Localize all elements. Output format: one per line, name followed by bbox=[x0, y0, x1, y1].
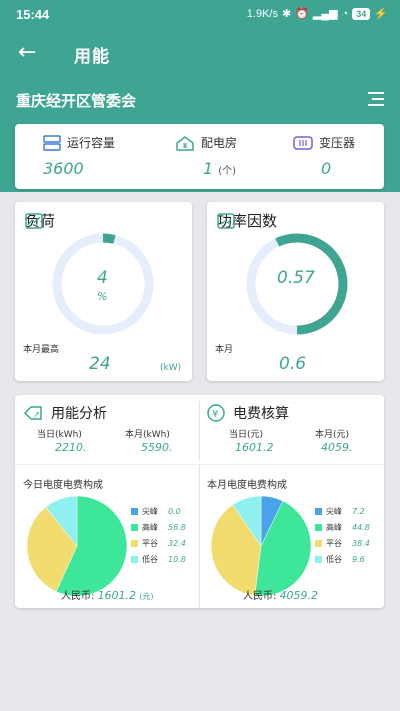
capacity-label: 运行容量 bbox=[67, 136, 116, 150]
month-legend: 尖峰 7.2 高峰 44.8 平谷 38.4 低谷 9.6 bbox=[315, 503, 370, 567]
distribution-room-item: 配电房 1 (个) bbox=[175, 134, 237, 178]
load-unit: (kW) bbox=[160, 363, 182, 373]
power-factor-card[interactable]: 功率因数 0.57 本月 0.6 bbox=[207, 202, 384, 381]
month-rmb: 人民币: 4059.2 bbox=[243, 587, 318, 602]
bluetooth-icon: ✱ bbox=[281, 8, 292, 20]
load-center-value: 4 bbox=[97, 268, 108, 288]
wifi-icon: ◔ bbox=[341, 7, 349, 20]
power-factor-sub-value: 0.6 bbox=[279, 354, 307, 374]
month-legend-row: 尖峰 7.2 bbox=[315, 503, 370, 519]
transformer-item: 变压器 0 bbox=[293, 134, 355, 178]
jian-swatch bbox=[315, 507, 322, 515]
energy-month-label: 本月(kWh) bbox=[125, 430, 170, 440]
cost-today-label: 当日(元) bbox=[229, 430, 264, 440]
month-rmb-label: 人民币: bbox=[243, 591, 277, 602]
month-pie-chart bbox=[210, 495, 312, 597]
cost-header[interactable]: ¥ 电费核算 bbox=[207, 403, 289, 423]
gao-swatch bbox=[315, 523, 322, 531]
load-header: 负荷 bbox=[25, 210, 55, 231]
energy-today-value: 2210. bbox=[55, 441, 87, 454]
transformer-label: 变压器 bbox=[319, 136, 356, 150]
summary-card: 运行容量 3600 配电房 1 (个) 变压器 0 bbox=[15, 124, 384, 189]
power-factor-icon bbox=[217, 212, 235, 229]
energy-today-label: 当日(kWh) bbox=[37, 430, 82, 440]
energy-month-value: 5590. bbox=[141, 441, 173, 454]
load-sub-label: 本月最高 bbox=[23, 345, 60, 355]
ping-swatch bbox=[131, 539, 138, 547]
today-legend-row: 高峰 56.8 bbox=[131, 519, 186, 535]
status-right: 1.9K/s ✱ ⏰ ▂▄▆ ◔ 34 ⚡ bbox=[247, 7, 388, 20]
cost-today-value: 1601.2 bbox=[235, 441, 274, 454]
power-factor-center-value: 0.57 bbox=[277, 268, 315, 288]
tag-icon: ↗ bbox=[23, 406, 42, 420]
month-pie-title: 本月电度电费构成 bbox=[207, 480, 287, 491]
today-pie-title: 今日电度电费构成 bbox=[23, 480, 103, 491]
distribution-room-unit: (个) bbox=[218, 166, 237, 177]
today-rmb-value: 1601.2 bbox=[97, 589, 137, 602]
capacity-value: 3600 bbox=[43, 159, 84, 178]
month-legend-row: 平谷 38.4 bbox=[315, 535, 370, 551]
today-rmb-label: 人民币: bbox=[61, 591, 95, 602]
cost-month-label: 本月(元) bbox=[315, 430, 350, 440]
power-factor-header: 功率因数 bbox=[217, 210, 277, 231]
svg-text:↗: ↗ bbox=[33, 410, 40, 419]
month-legend-row: 高峰 44.8 bbox=[315, 519, 370, 535]
house-icon bbox=[176, 135, 194, 151]
yuan-icon: ¥ bbox=[207, 404, 225, 422]
di-swatch bbox=[131, 555, 138, 563]
filter-menu-icon[interactable] bbox=[368, 92, 384, 110]
distribution-room-value-wrap: 1 (个) bbox=[203, 159, 237, 178]
transformer-icon bbox=[293, 135, 313, 150]
distribution-room-label: 配电房 bbox=[201, 136, 238, 150]
load-chart-icon bbox=[25, 212, 43, 229]
today-legend-row: 低谷 10.8 bbox=[131, 551, 186, 567]
load-sub-value: 24 bbox=[89, 354, 111, 374]
title-bar: ← 用能 bbox=[0, 34, 400, 74]
month-rmb-value: 4059.2 bbox=[279, 589, 319, 602]
cost-title: 电费核算 bbox=[233, 406, 289, 422]
svg-text:¥: ¥ bbox=[212, 409, 218, 420]
today-pie-chart bbox=[26, 495, 128, 597]
battery-icon: 34 bbox=[352, 7, 371, 20]
distribution-room-value: 1 bbox=[203, 159, 214, 178]
analysis-card: ↗ 用能分析 当日(kWh) 本月(kWh) 2210. 5590. ¥ 电费核… bbox=[15, 395, 384, 608]
power-factor-sub-label: 本月 bbox=[215, 345, 234, 355]
top-divider bbox=[199, 401, 200, 461]
energy-analysis-title: 用能分析 bbox=[51, 406, 107, 422]
cost-month-value: 4059. bbox=[321, 441, 353, 454]
transformer-value: 0 bbox=[321, 159, 332, 178]
ping-swatch bbox=[315, 539, 322, 547]
alarm-icon: ⏰ bbox=[295, 8, 309, 20]
capacity-item: 运行容量 3600 bbox=[43, 134, 115, 178]
charging-icon: ⚡ bbox=[374, 8, 388, 20]
organization-name[interactable]: 重庆经开区管委会 bbox=[16, 90, 136, 111]
di-swatch bbox=[315, 555, 322, 563]
load-center-unit: % bbox=[97, 290, 108, 303]
gao-swatch bbox=[131, 523, 138, 531]
today-rmb-unit: (元) bbox=[139, 592, 154, 601]
server-icon bbox=[43, 134, 61, 151]
today-rmb: 人民币: 1601.2 (元) bbox=[61, 587, 154, 602]
network-speed: 1.9K/s bbox=[246, 7, 278, 20]
today-legend-row: 平谷 32.4 bbox=[131, 535, 186, 551]
page-title: 用能 bbox=[74, 47, 110, 67]
back-arrow-icon[interactable]: ← bbox=[18, 40, 36, 65]
energy-analysis-header[interactable]: ↗ 用能分析 bbox=[23, 403, 107, 423]
status-bar: 15:44 1.9K/s ✱ ⏰ ▂▄▆ ◔ 34 ⚡ bbox=[0, 0, 400, 30]
jian-swatch bbox=[131, 507, 138, 515]
load-card[interactable]: 负荷 4 % 本月最高 24 (kW) bbox=[15, 202, 192, 381]
signal-icon: ▂▄▆ bbox=[312, 8, 338, 20]
status-time: 15:44 bbox=[16, 7, 50, 22]
today-legend: 尖峰 0.0 高峰 56.8 平谷 32.4 低谷 10.8 bbox=[131, 503, 186, 567]
bottom-divider bbox=[199, 465, 200, 608]
today-legend-row: 尖峰 0.0 bbox=[131, 503, 186, 519]
month-legend-row: 低谷 9.6 bbox=[315, 551, 370, 567]
